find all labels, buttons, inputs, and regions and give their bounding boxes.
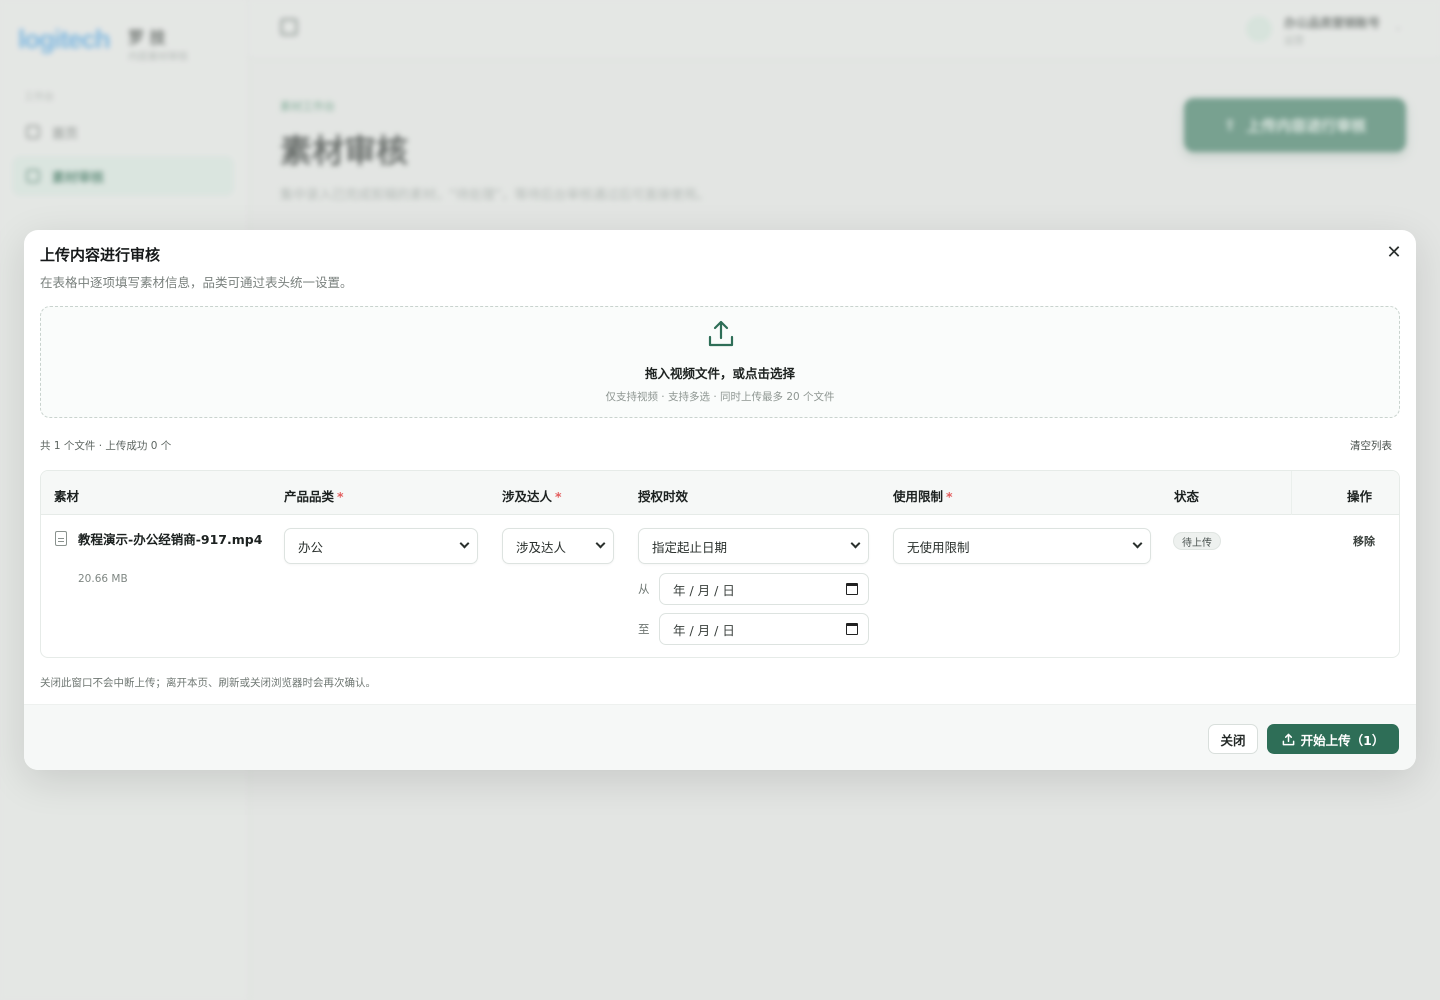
category-select-value: 办公: [298, 539, 324, 555]
dropzone-hint-text: 仅支持视频 · 支持多选 · 同时上传最多 20 个文件: [605, 391, 835, 403]
header-authorization: 授权时效: [638, 489, 689, 504]
file-summary: 共 1 个文件 · 上传成功 0 个: [40, 440, 172, 452]
header-talent: 涉及达人 *: [502, 489, 562, 504]
dropzone-main-text: 拖入视频文件，或点击选择: [644, 366, 795, 381]
upload-icon: [1282, 733, 1294, 745]
required-mark: *: [946, 489, 953, 504]
modal-title: 上传内容进行审核: [40, 246, 161, 264]
required-mark: *: [337, 489, 344, 504]
date-to-placeholder: 年 / 月 / 日: [673, 622, 735, 638]
chevron-down-icon: [850, 538, 861, 549]
modal-footer: 关闭 开始上传（1）: [24, 704, 1416, 770]
authorization-select-value: 指定起止日期: [652, 539, 728, 555]
remove-button[interactable]: 移除: [1353, 533, 1375, 549]
category-select[interactable]: 办公: [284, 528, 478, 564]
file-dropzone[interactable]: 拖入视频文件，或点击选择 仅支持视频 · 支持多选 · 同时上传最多 20 个文…: [40, 306, 1400, 418]
upload-footnote: 关闭此窗口不会中断上传；离开本页、刷新或关闭浏览器时会再次确认。: [40, 677, 376, 689]
header-actions: 操作: [1347, 489, 1373, 504]
start-upload-button[interactable]: 开始上传（1）: [1267, 724, 1399, 754]
table-header: 素材 产品品类 * 涉及达人 * 授权时效 使用限制 * 状态 操作: [41, 471, 1399, 515]
close-button[interactable]: 关闭: [1208, 724, 1258, 754]
date-to-input[interactable]: 年 / 月 / 日: [659, 613, 869, 645]
date-from-label: 从: [638, 582, 650, 596]
date-to-label: 至: [638, 622, 650, 636]
upload-table: 素材 产品品类 * 涉及达人 * 授权时效 使用限制 * 状态 操作 教程演示-办公经…: [40, 470, 1400, 658]
talent-select[interactable]: 涉及达人: [502, 528, 614, 564]
file-size: 20.66 MB: [78, 573, 128, 585]
start-upload-label: 开始上传（1）: [1300, 732, 1385, 748]
header-divider: [1291, 471, 1292, 515]
header-category[interactable]: 产品品类 *: [284, 486, 344, 505]
usage-limit-select-value: 无使用限制: [907, 539, 970, 555]
chevron-down-icon: [1132, 538, 1143, 549]
header-status: 状态: [1174, 489, 1200, 504]
header-material: 素材: [54, 489, 80, 504]
talent-select-value: 涉及达人: [516, 539, 567, 555]
calendar-icon[interactable]: [846, 623, 858, 635]
clear-list-button[interactable]: 清空列表: [1350, 438, 1392, 453]
calendar-icon[interactable]: [846, 583, 858, 595]
date-from-input[interactable]: 年 / 月 / 日: [659, 573, 869, 605]
modal-subtitle: 在表格中逐项填写素材信息，品类可通过表头统一设置。: [40, 275, 353, 290]
file-icon: [55, 531, 67, 546]
upload-modal: 上传内容进行审核 在表格中逐项填写素材信息，品类可通过表头统一设置。 ✕ 拖入视…: [24, 230, 1416, 770]
header-usage-limit: 使用限制 *: [893, 489, 953, 504]
file-name: 教程演示-办公经销商-917.mp4: [78, 532, 263, 547]
date-from-placeholder: 年 / 月 / 日: [673, 582, 735, 598]
chevron-down-icon: [459, 538, 470, 549]
usage-limit-select[interactable]: 无使用限制: [893, 528, 1151, 564]
authorization-select[interactable]: 指定起止日期: [638, 528, 869, 564]
required-mark: *: [555, 489, 562, 504]
upload-icon: [708, 320, 734, 347]
chevron-down-icon: [595, 538, 606, 549]
status-badge: 待上传: [1173, 532, 1221, 550]
close-icon[interactable]: ✕: [1384, 242, 1404, 263]
